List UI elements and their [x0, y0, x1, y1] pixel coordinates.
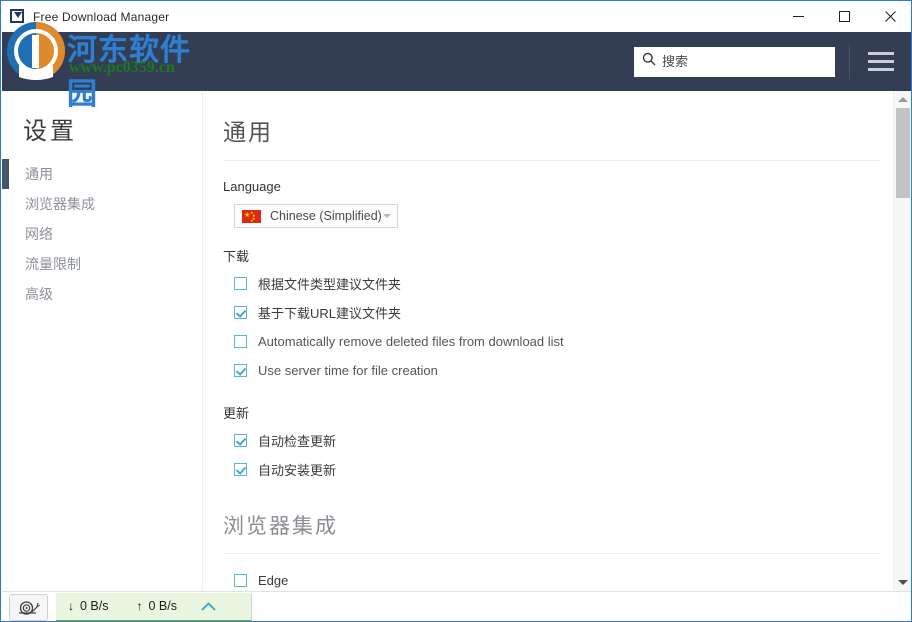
option-row[interactable]: Use server time for file creation — [203, 356, 893, 385]
checkbox-auto-check-updates[interactable] — [234, 434, 247, 447]
title-divider — [223, 160, 879, 161]
checkbox-use-server-time[interactable] — [234, 364, 247, 377]
option-label: Automatically remove deleted files from … — [258, 334, 564, 349]
checkbox-suggest-folder-by-filetype[interactable] — [234, 277, 247, 290]
window-title: Free Download Manager — [33, 9, 170, 24]
snail-icon — [18, 600, 40, 615]
chevron-up-icon[interactable] — [201, 599, 216, 614]
option-row[interactable]: Edge — [203, 566, 893, 591]
hamburger-menu-icon[interactable] — [868, 52, 894, 71]
option-label: 自动安装更新 — [258, 463, 337, 478]
option-row[interactable]: 基于下载URL建议文件夹 — [203, 298, 893, 327]
sidebar-title: 设置 — [23, 118, 77, 145]
sidebar-item-label: 流量限制 — [25, 256, 81, 272]
content-scrollbar[interactable] — [893, 91, 911, 591]
download-speed-value: 0 B/s — [80, 599, 109, 613]
sidebar-item-network[interactable]: 网络 — [2, 219, 202, 249]
sidebar-item-label: 浏览器集成 — [25, 196, 95, 212]
speed-panel[interactable]: ↓ 0 B/s ↑ 0 B/s — [56, 592, 252, 621]
option-row[interactable]: 根据文件类型建议文件夹 — [203, 269, 893, 298]
active-indicator — [2, 159, 9, 189]
download-options-list: 根据文件类型建议文件夹 基于下载URL建议文件夹 Automatically r… — [203, 269, 893, 385]
option-label: 自动检查更新 — [258, 434, 337, 449]
download-app-icon — [10, 8, 26, 25]
settings-content: 通用 Language ★ ★ ★ ★ ★ Chinese (Simplifie… — [203, 91, 893, 591]
checkbox-suggest-folder-by-url[interactable] — [234, 306, 247, 319]
checkbox-auto-remove-deleted-files[interactable] — [234, 335, 247, 348]
option-label: Use server time for file creation — [258, 363, 438, 378]
app-header — [2, 32, 911, 91]
settings-sidebar: 设置 通用 浏览器集成 网络 流量限制 高级 — [2, 91, 202, 591]
sidebar-item-advanced[interactable]: 高级 — [2, 279, 202, 309]
sidebar-item-label: 高级 — [25, 286, 53, 302]
checkbox-edge-integration[interactable] — [234, 574, 247, 587]
search-icon — [642, 52, 656, 71]
scroll-down-arrow-icon — [897, 580, 908, 585]
checkbox-auto-install-updates[interactable] — [234, 463, 247, 476]
close-button[interactable] — [867, 1, 911, 32]
language-select[interactable]: ★ ★ ★ ★ ★ Chinese (Simplified) — [234, 204, 398, 228]
application-window: Free Download Manager 搜索 河东软件园 www.pc035… — [0, 0, 912, 622]
page-title: 通用 — [223, 119, 273, 145]
scroll-up-arrow-icon — [897, 97, 908, 102]
sidebar-item-label: 网络 — [25, 226, 53, 242]
minimize-icon — [792, 16, 804, 17]
chevron-down-icon — [382, 214, 391, 218]
language-section-label: Language — [223, 179, 281, 194]
language-selected-value: Chinese (Simplified) — [270, 209, 382, 223]
sidebar-item-general[interactable]: 通用 — [2, 159, 202, 189]
upload-arrow-icon: ↑ — [136, 599, 143, 613]
option-row[interactable]: Automatically remove deleted files from … — [203, 327, 893, 356]
option-row[interactable]: 自动安装更新 — [203, 455, 893, 484]
update-section-label: 更新 — [223, 406, 250, 421]
update-options-list: 自动检查更新 自动安装更新 — [203, 426, 893, 484]
search-box[interactable] — [634, 46, 835, 77]
download-arrow-icon: ↓ — [68, 599, 74, 613]
scroll-up-button[interactable] — [894, 91, 911, 108]
option-row[interactable]: 自动检查更新 — [203, 426, 893, 455]
settings-content-inner: 通用 Language ★ ★ ★ ★ ★ Chinese (Simplifie… — [203, 113, 893, 591]
maximize-icon — [838, 11, 850, 22]
download-section-label: 下载 — [223, 249, 250, 264]
title-bar: Free Download Manager — [1, 1, 911, 32]
china-flag-icon: ★ ★ ★ ★ ★ — [242, 209, 261, 223]
browser-integration-options-list: Edge — [203, 566, 893, 591]
option-label: 基于下载URL建议文件夹 — [258, 306, 402, 321]
scrollbar-thumb[interactable] — [896, 108, 910, 198]
sidebar-item-browser-integration[interactable]: 浏览器集成 — [2, 189, 202, 219]
download-speed-indicator: ↓ 0 B/s — [68, 599, 109, 613]
browser-integration-title: 浏览器集成 — [223, 515, 338, 538]
sidebar-list: 通用 浏览器集成 网络 流量限制 高级 — [2, 159, 202, 309]
title-bar-left: Free Download Manager — [1, 8, 775, 25]
upload-speed-value: 0 B/s — [148, 599, 178, 613]
status-bar: ↓ 0 B/s ↑ 0 B/s — [2, 591, 911, 621]
body-area: 设置 通用 浏览器集成 网络 流量限制 高级 通用 Language ★ ★ ★… — [2, 91, 911, 591]
option-label: 根据文件类型建议文件夹 — [258, 277, 402, 292]
speed-limit-button[interactable] — [9, 593, 48, 621]
sidebar-item-traffic-limit[interactable]: 流量限制 — [2, 249, 202, 279]
option-label: Edge — [258, 573, 289, 588]
browser-integration-divider — [223, 553, 879, 554]
search-input[interactable] — [662, 54, 827, 69]
minimize-button[interactable] — [775, 1, 821, 32]
maximize-button[interactable] — [821, 1, 867, 32]
header-divider — [849, 44, 850, 79]
close-icon — [884, 11, 896, 22]
sidebar-item-label: 通用 — [25, 166, 53, 182]
window-controls — [775, 1, 911, 32]
upload-speed-indicator: ↑ 0 B/s — [137, 599, 178, 613]
scroll-down-button[interactable] — [894, 574, 911, 591]
